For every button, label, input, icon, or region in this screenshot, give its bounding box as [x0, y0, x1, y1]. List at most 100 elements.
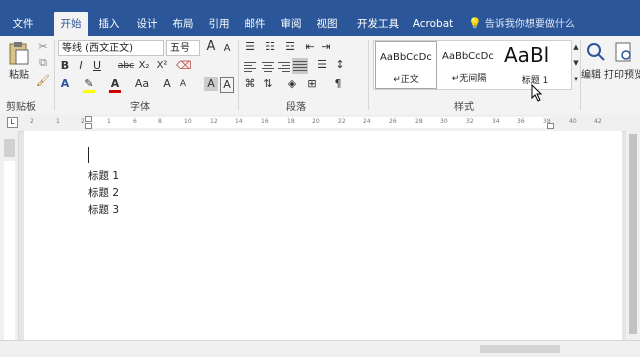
heading-line-2[interactable]: 标题 2 [88, 185, 119, 200]
sort-icon[interactable]: ⇅ [260, 77, 276, 91]
ruler-tick-label: 2 [30, 118, 34, 125]
grow-font-button[interactable]: A [160, 77, 174, 91]
ruler-tick-label: 24 [363, 118, 371, 125]
highlight-button[interactable]: ✎ [82, 77, 96, 93]
bold-button[interactable]: B [58, 59, 72, 73]
italic-button[interactable]: I [74, 59, 88, 73]
separator [368, 40, 369, 110]
align-left-icon[interactable] [244, 60, 256, 74]
char-shading-icon[interactable]: A [204, 77, 218, 91]
style-preview: AaBl [504, 43, 550, 67]
text-effects-icon[interactable]: A [58, 77, 72, 91]
style-normal[interactable]: AaBbCcDc ↵正文 [375, 41, 437, 89]
ruler-tick-label: 6 [133, 118, 137, 125]
vertical-scrollbar[interactable] [626, 131, 640, 340]
bullets-icon[interactable]: ☰ [242, 40, 258, 54]
highlight-swatch [83, 90, 95, 93]
status-bar [0, 340, 640, 357]
print-preview-icon [615, 42, 631, 62]
ruler-tick-label: 32 [466, 118, 474, 125]
ruler-tick-label: 36 [517, 118, 525, 125]
styles-gallery: AaBbCcDc ↵正文 AaBbCcDc ↵无间隔 AaBl 标题 1 [373, 40, 572, 90]
document-page[interactable]: 标题 1 标题 2 标题 3 [24, 131, 622, 340]
subscript-button[interactable]: X₂ [136, 59, 152, 73]
vertical-ruler[interactable] [0, 131, 19, 340]
style-label: ↵无间隔 [451, 74, 487, 84]
font-color-button[interactable]: A [108, 77, 122, 93]
superscript-button[interactable]: X² [154, 59, 170, 73]
shrink-font-button[interactable]: A [176, 77, 190, 91]
tab-selector[interactable]: L [7, 117, 18, 128]
tab-developer[interactable]: 开发工具 [350, 12, 406, 36]
paste-button[interactable] [6, 40, 32, 66]
horizontal-ruler[interactable]: L 2 1 2 1 6 8 10 12 14 16 18 20 22 24 26 28 30 32 34 36 38 40… [0, 114, 640, 132]
multilevel-list-icon[interactable]: ☲ [282, 40, 298, 54]
ruler-tick-label: 8 [158, 118, 162, 125]
scrollbar-thumb[interactable] [629, 134, 637, 334]
increase-indent-icon[interactable]: ⇥ [318, 40, 334, 54]
font-color-icon: A [110, 77, 120, 90]
heading-line-1[interactable]: 标题 1 [88, 168, 119, 183]
tab-file[interactable]: 文件 [6, 12, 40, 36]
line-spacing-icon[interactable]: ↕ [332, 58, 348, 72]
format-painter-icon[interactable]: 🖌 [36, 74, 50, 88]
char-border-icon[interactable]: A [220, 77, 234, 93]
left-indent-marker[interactable] [85, 123, 92, 129]
decrease-indent-icon[interactable]: ⇤ [302, 40, 318, 54]
tab-layout[interactable]: 布局 [166, 12, 200, 36]
tab-insert[interactable]: 插入 [92, 12, 126, 36]
style-preview: AaBbCcDc [442, 51, 494, 62]
search-icon [587, 43, 605, 61]
font-name-dropdown[interactable]: 等线 (西文正文) [58, 40, 164, 56]
ruler-tick-label: 16 [261, 118, 269, 125]
tab-view[interactable]: 视图 [310, 12, 344, 36]
tab-references[interactable]: 引用 [202, 12, 236, 36]
shading-icon[interactable]: ◈ [284, 77, 300, 91]
editing-label[interactable]: 编辑 [578, 68, 604, 84]
zoom-slider[interactable] [480, 345, 560, 353]
ruler-tick-label: 1 [107, 118, 111, 125]
tab-home[interactable]: 开始 [54, 12, 88, 36]
chinese-layout-icon[interactable]: ⌘ [242, 77, 258, 91]
underline-button[interactable]: U [90, 59, 104, 73]
ruler-tick-label: 20 [312, 118, 320, 125]
copy-icon[interactable]: ⧉ [36, 56, 50, 70]
ruler-tick-label: 14 [235, 118, 243, 125]
first-line-indent-marker[interactable] [85, 116, 92, 122]
highlighter-icon: ✎ [84, 77, 94, 90]
style-heading-1[interactable]: AaBl 标题 1 [502, 41, 568, 89]
print-preview-button[interactable] [612, 40, 636, 66]
justify-icon[interactable] [292, 58, 308, 74]
distributed-icon[interactable]: ☰ [314, 58, 330, 72]
shrink-font-icon[interactable]: A [220, 42, 234, 56]
font-size-dropdown[interactable]: 五号 [166, 40, 200, 56]
change-case-button[interactable]: Aa [132, 77, 152, 91]
tab-review[interactable]: 审阅 [274, 12, 308, 36]
tell-me-box[interactable]: 💡 告诉我你想要做什么 [468, 12, 575, 36]
ruler-tick-label: 30 [440, 118, 448, 125]
clear-format-icon[interactable]: ⌫ [176, 59, 192, 73]
tab-mailings[interactable]: 邮件 [238, 12, 272, 36]
grow-font-icon[interactable]: A [204, 40, 218, 54]
align-right-icon[interactable] [278, 60, 290, 74]
tab-design[interactable]: 设计 [130, 12, 164, 36]
tab-acrobat[interactable]: Acrobat [408, 12, 458, 36]
borders-icon[interactable]: ⊞ [304, 77, 320, 91]
align-center-icon[interactable] [262, 60, 274, 74]
paste-label[interactable]: 粘贴 [4, 68, 34, 84]
top-margin-shade [4, 139, 15, 157]
ruler-tick-label: 12 [210, 118, 218, 125]
numbering-icon[interactable]: ☷ [262, 40, 278, 54]
clipboard-icon [9, 42, 29, 65]
vertical-ruler-text-area [4, 161, 15, 340]
style-no-spacing[interactable]: AaBbCcDc ↵无间隔 [438, 41, 500, 89]
chevron-up-icon[interactable]: ▲ [572, 40, 580, 54]
show-marks-icon[interactable]: ¶ [330, 77, 346, 91]
print-preview-label[interactable]: 打印预览 [604, 68, 640, 84]
heading-line-3[interactable]: 标题 3 [88, 202, 119, 217]
editing-button[interactable] [584, 40, 606, 66]
cut-icon[interactable]: ✂ [36, 40, 50, 54]
strikethrough-button[interactable]: abc [116, 59, 136, 73]
ribbon-tab-bar: 文件 开始 插入 设计 布局 引用 邮件 审阅 视图 开发工具 Acrobat … [0, 0, 640, 36]
ruler-tick-label: 28 [415, 118, 423, 125]
